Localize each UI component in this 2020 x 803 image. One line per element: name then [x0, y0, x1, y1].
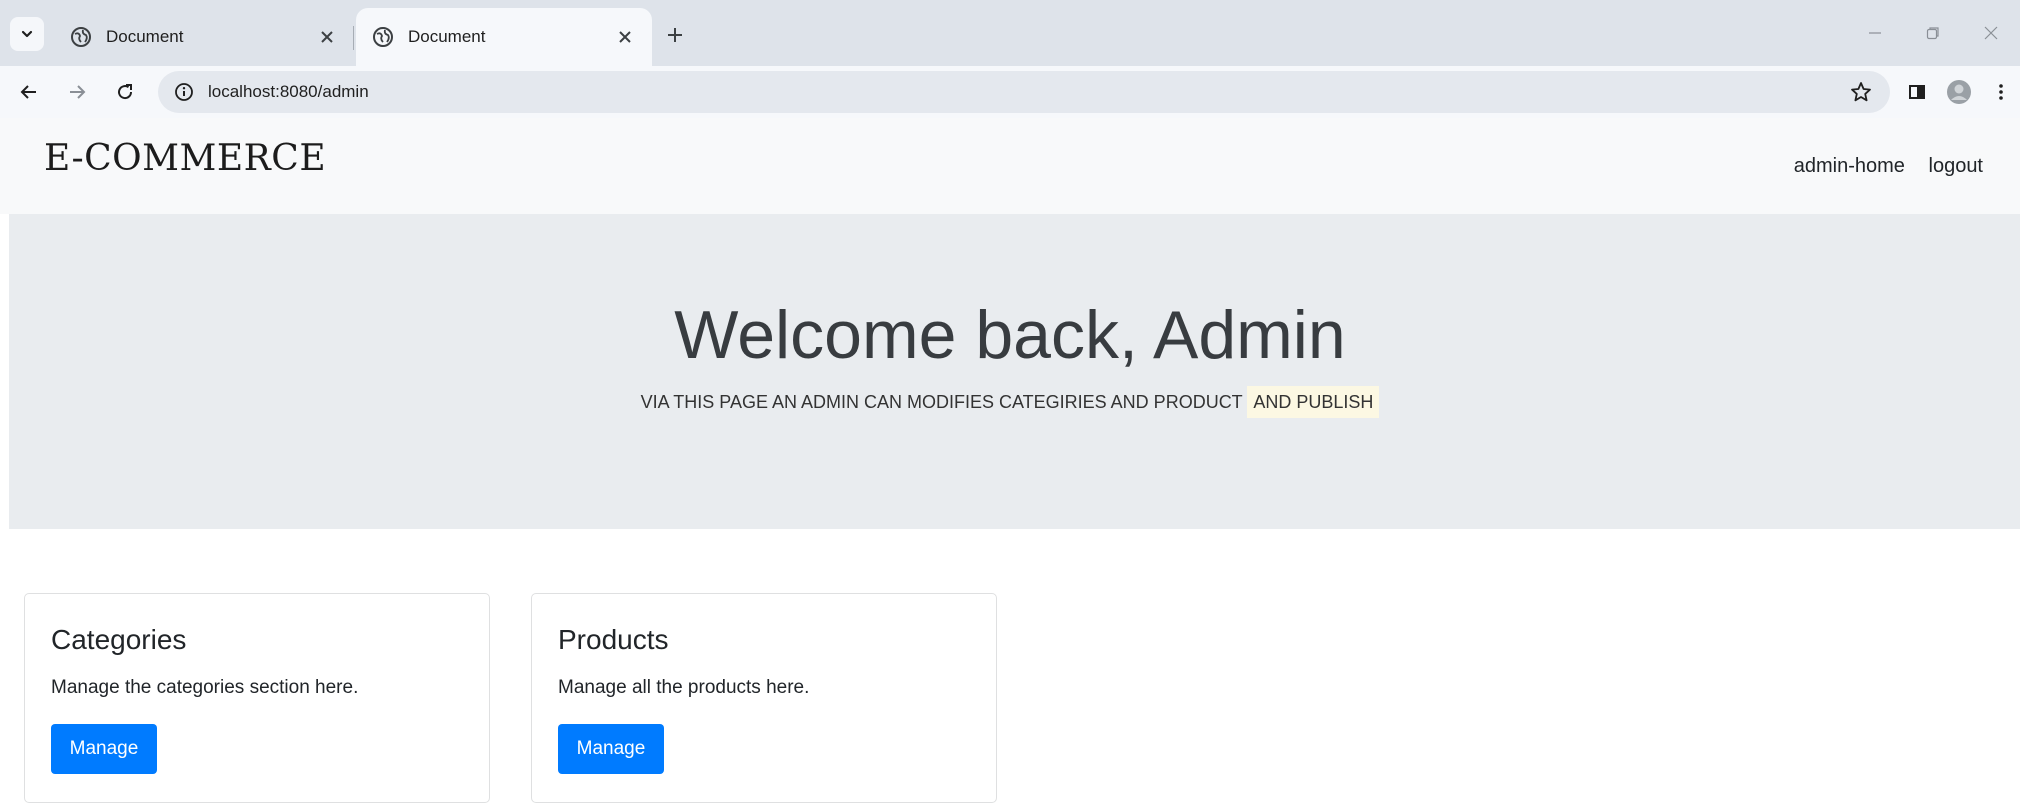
- close-window-button[interactable]: [1962, 13, 2020, 53]
- hero-lead: VIA THIS PAGE AN ADMIN CAN MODIFIES CATE…: [9, 386, 2011, 418]
- manage-categories-button[interactable]: Manage: [51, 724, 157, 774]
- hero-lead-highlight: AND PUBLISH: [1247, 386, 1380, 418]
- restore-icon: [1926, 27, 1939, 40]
- manage-products-button[interactable]: Manage: [558, 724, 664, 774]
- close-icon[interactable]: [612, 24, 638, 50]
- hero-title: Welcome back, Admin: [674, 297, 1346, 373]
- hero-jumbotron: Welcome back, Admin VIA THIS PAGE AN ADM…: [9, 214, 2020, 529]
- profile-avatar[interactable]: [1944, 77, 1974, 107]
- categories-card: Categories Manage the categories section…: [24, 593, 490, 803]
- side-panel-button[interactable]: [1902, 77, 1932, 107]
- tab-title: Document: [106, 27, 184, 46]
- side-panel-icon: [1909, 85, 1925, 99]
- window-controls: [1846, 0, 2020, 66]
- tab-title: Document: [408, 27, 486, 46]
- hero-lead-text: VIA THIS PAGE AN ADMIN CAN MODIFIES CATE…: [640, 392, 1243, 412]
- url-text[interactable]: localhost:8080/admin: [208, 71, 369, 113]
- avatar-icon: [1947, 80, 1971, 104]
- brand-logo[interactable]: E-COMMERCE: [44, 138, 326, 179]
- restore-button[interactable]: [1904, 13, 1962, 53]
- nav-link-logout[interactable]: logout: [1929, 155, 1984, 177]
- arrow-right-icon: [70, 85, 86, 99]
- address-bar[interactable]: localhost:8080/admin: [158, 71, 1890, 113]
- minimize-icon: [1869, 32, 1881, 34]
- browser-toolbar: localhost:8080/admin: [0, 66, 2020, 118]
- card-text: Manage all the products here.: [558, 677, 810, 698]
- bookmark-star-icon[interactable]: [1848, 79, 1874, 105]
- card-text: Manage the categories section here.: [51, 677, 359, 698]
- reload-icon: [118, 84, 133, 100]
- plus-icon: [668, 28, 682, 42]
- close-icon: [1984, 26, 1998, 40]
- new-tab-button[interactable]: [660, 20, 690, 50]
- info-icon[interactable]: [172, 80, 196, 104]
- tab-search-button[interactable]: [10, 17, 44, 51]
- site-navbar: E-COMMERCE admin-home logout: [0, 118, 2020, 214]
- globe-icon: [71, 27, 91, 47]
- arrow-left-icon: [20, 85, 36, 99]
- minimize-button[interactable]: [1846, 13, 1904, 53]
- more-vertical-icon: [1999, 84, 2003, 100]
- close-icon[interactable]: [314, 24, 340, 50]
- card-title: Categories: [51, 624, 187, 655]
- nav-links: admin-home logout: [1776, 118, 1983, 214]
- browser-tab-strip: Document Document: [0, 0, 2020, 66]
- chevron-down-icon: [21, 30, 33, 38]
- back-button[interactable]: [14, 77, 44, 107]
- forward-button[interactable]: [62, 77, 92, 107]
- browser-tab-1[interactable]: Document: [54, 8, 354, 66]
- products-card: Products Manage all the products here. M…: [531, 593, 997, 803]
- globe-icon: [373, 27, 393, 47]
- browser-menu-button[interactable]: [1986, 77, 2016, 107]
- card-title: Products: [558, 624, 669, 655]
- reload-button[interactable]: [110, 77, 140, 107]
- nav-link-admin-home[interactable]: admin-home: [1794, 155, 1905, 177]
- browser-tab-2[interactable]: Document: [356, 8, 652, 66]
